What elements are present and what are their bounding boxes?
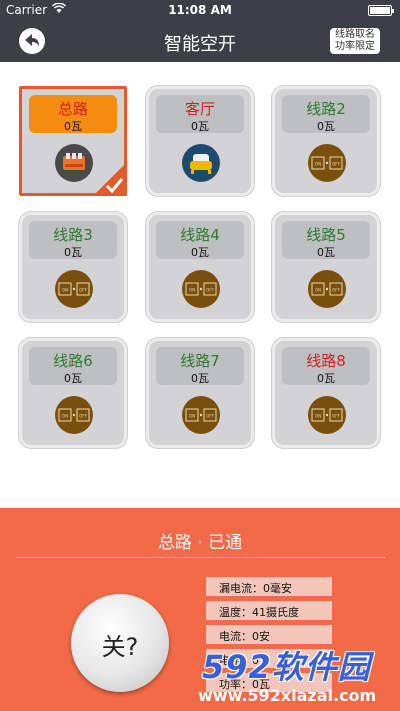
status-bar: Carrier 11:08 AM [0, 0, 400, 20]
circuit-label-box: 线路6 0瓦 [29, 347, 117, 385]
svg-text:OFF: OFF [332, 288, 340, 293]
rename-limit-line1: 线路取名 [335, 29, 375, 40]
on-off-switch-icon: ON OFF [308, 270, 346, 308]
circuit-power: 0瓦 [64, 120, 82, 133]
svg-text:ON: ON [62, 414, 68, 419]
sofa-icon [182, 144, 220, 182]
watermark-brand: 592软件园 [202, 648, 371, 686]
circuit-label-box: 线路3 0瓦 [29, 221, 117, 259]
watermark-url: www.592xiazai.com [198, 686, 377, 705]
circuit-label-box: 线路7 0瓦 [156, 347, 244, 385]
power-off-button[interactable]: 关? [71, 594, 169, 692]
circuit-card-living-room[interactable]: 客厅 0瓦 [146, 86, 254, 196]
selected-check-icon [93, 162, 127, 196]
svg-text:ON: ON [315, 162, 321, 167]
battery-icon [368, 5, 394, 16]
svg-text:ON: ON [315, 288, 321, 293]
circuit-card-main[interactable]: 总路 0瓦 [19, 86, 127, 196]
svg-text:ON: ON [189, 414, 195, 419]
svg-text:OFF: OFF [332, 162, 340, 167]
on-off-switch-icon: ON OFF [308, 396, 346, 434]
svg-text:OFF: OFF [206, 414, 214, 419]
circuit-power: 0瓦 [64, 372, 82, 385]
circuit-name: 线路4 [180, 226, 220, 244]
rename-limit-button[interactable]: 线路取名 功率限定 [330, 28, 380, 54]
nav-bar: 智能空开 线路取名 功率限定 [0, 20, 400, 62]
svg-text:ON: ON [315, 414, 321, 419]
circuit-card-line8[interactable]: 线路8 0瓦 ON OFF [272, 338, 380, 448]
circuit-name: 线路5 [306, 226, 346, 244]
circuit-name: 线路7 [180, 352, 220, 370]
circuit-name: 客厅 [184, 100, 215, 118]
circuit-label-box: 线路4 0瓦 [156, 221, 244, 259]
circuit-card-line5[interactable]: 线路5 0瓦 ON OFF [272, 212, 380, 322]
svg-text:OFF: OFF [206, 288, 214, 293]
power-off-label: 关? [101, 633, 139, 661]
site-watermark: 592软件园 www.592xiazai.com [192, 640, 400, 711]
circuit-power: 0瓦 [317, 246, 335, 259]
circuit-grid: 总路 0瓦 客厅 0瓦 线路2 0瓦 ON OFF 线路3 0瓦 ON OFF … [0, 62, 400, 508]
circuit-card-line7[interactable]: 线路7 0瓦 ON OFF [146, 338, 254, 448]
breaker-panel-icon [55, 144, 93, 182]
svg-text:OFF: OFF [332, 414, 340, 419]
circuit-label-box: 线路2 0瓦 [282, 95, 370, 133]
on-off-switch-icon: ON OFF [55, 270, 93, 308]
circuit-label-box: 线路8 0瓦 [282, 347, 370, 385]
circuit-name: 线路6 [53, 352, 93, 370]
circuit-power: 0瓦 [317, 372, 335, 385]
on-off-switch-icon: ON OFF [182, 270, 220, 308]
on-off-switch-icon: ON OFF [308, 144, 346, 182]
circuit-name: 总路 [57, 100, 88, 118]
svg-text:ON: ON [62, 288, 68, 293]
circuit-name: 线路8 [306, 352, 346, 370]
clock: 11:08 AM [168, 3, 232, 17]
circuit-power: 0瓦 [317, 120, 335, 133]
temperature-readout: 温度：41摄氏度 [206, 601, 332, 620]
circuit-name: 线路3 [53, 226, 93, 244]
circuit-card-line4[interactable]: 线路4 0瓦 ON OFF [146, 212, 254, 322]
circuit-card-line3[interactable]: 线路3 0瓦 ON OFF [19, 212, 127, 322]
leak-current-readout: 漏电流：0毫安 [206, 577, 332, 596]
circuit-card-line2[interactable]: 线路2 0瓦 ON OFF [272, 86, 380, 196]
circuit-name: 线路2 [306, 100, 346, 118]
circuit-label-box: 线路5 0瓦 [282, 221, 370, 259]
circuit-label-box: 总路 0瓦 [29, 95, 117, 133]
on-off-switch-icon: ON OFF [55, 396, 93, 434]
rename-limit-line2: 功率限定 [335, 41, 375, 52]
circuit-label-box: 客厅 0瓦 [156, 95, 244, 133]
on-off-switch-icon: ON OFF [182, 396, 220, 434]
svg-text:OFF: OFF [79, 288, 87, 293]
svg-text:OFF: OFF [79, 414, 87, 419]
circuit-power: 0瓦 [191, 372, 209, 385]
svg-text:ON: ON [189, 288, 195, 293]
circuit-power: 0瓦 [191, 246, 209, 259]
circuit-power: 0瓦 [64, 246, 82, 259]
panel-divider [16, 557, 385, 558]
circuit-power: 0瓦 [191, 120, 209, 133]
panel-heading: 总路 · 已通 [157, 533, 243, 553]
circuit-card-line6[interactable]: 线路6 0瓦 ON OFF [19, 338, 127, 448]
